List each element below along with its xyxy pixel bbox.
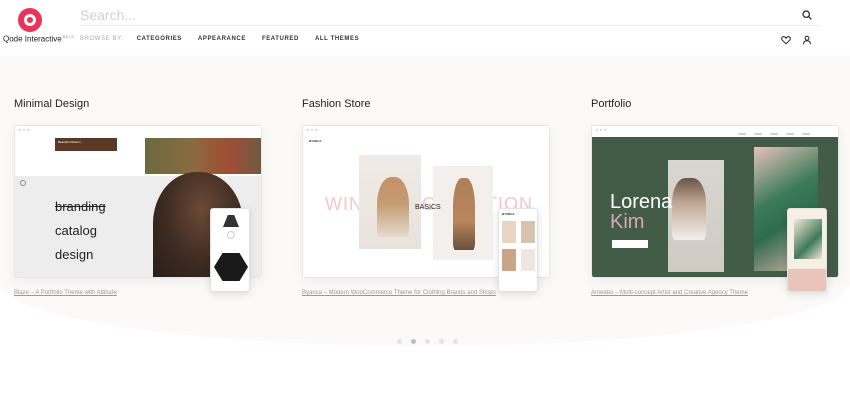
carousel-dot-3[interactable]	[425, 339, 430, 344]
card-title: Fashion Store	[302, 98, 371, 110]
window-dots	[307, 129, 317, 131]
theme-card-minimal-design[interactable]: Minimal Design Beautiful Modern branding…	[14, 98, 264, 296]
preview-nav	[738, 133, 810, 135]
mobile-preview	[787, 208, 827, 292]
brand-name[interactable]: Qode InteractiveBETA	[3, 34, 74, 44]
preview-heading: Beautiful Modern	[55, 138, 117, 151]
carousel-dot-2[interactable]	[411, 339, 416, 344]
preview-model-image-2	[433, 166, 493, 260]
theme-link-blaze[interactable]: Blaze – A Portfolio Theme with Attitude	[14, 290, 117, 296]
nav-all-themes[interactable]: ALL THEMES	[315, 36, 359, 42]
theme-link-byanca[interactable]: Byanca – Modern WooCommerce Theme for Cl…	[302, 290, 496, 296]
preview-basics-label: BASICS	[415, 204, 441, 211]
mobile-preview	[210, 208, 250, 292]
heart-icon[interactable]	[781, 35, 791, 45]
browse-by-label: BROWSE BY:	[80, 36, 124, 42]
mobile-preview: BYANCA	[498, 208, 538, 292]
search-icon[interactable]	[802, 10, 812, 20]
theme-card-portfolio[interactable]: Portfolio Lorena Kim Amedeo – Multi-conc…	[591, 98, 841, 296]
brand-label: Qode Interactive	[3, 34, 62, 44]
nav-appearance[interactable]: APPEARANCE	[198, 36, 246, 42]
carousel-dot-1[interactable]	[397, 339, 402, 344]
carousel-dot-5[interactable]	[453, 339, 458, 344]
theme-link-amedeo[interactable]: Amedeo – Multi-concept Artist and Creati…	[591, 290, 748, 296]
card-title: Portfolio	[591, 98, 632, 110]
site-header: Qode InteractiveBETA BROWSE BY: CATEGORI…	[0, 0, 850, 56]
preview-word: design	[55, 247, 94, 262]
preview-model-image	[359, 155, 421, 249]
search-input[interactable]	[80, 4, 820, 26]
preview-portrait-image	[668, 160, 724, 272]
user-icon[interactable]	[802, 35, 812, 45]
card-title: Minimal Design	[14, 98, 90, 110]
browse-nav: BROWSE BY: CATEGORIES APPEARANCE FEATURE…	[80, 36, 375, 42]
nav-categories[interactable]: CATEGORIES	[137, 36, 182, 42]
preview-circle-icon	[20, 180, 26, 186]
beta-badge: BETA	[62, 34, 75, 39]
qode-logo-icon[interactable]	[18, 8, 42, 32]
window-dots	[596, 129, 606, 131]
theme-card-fashion-store[interactable]: Fashion Store BYANCA WINTER COLLECTION B…	[302, 98, 552, 296]
preview-logo: BYANCA	[309, 139, 322, 143]
preview-word: catalog	[55, 223, 97, 238]
preview-word: branding	[55, 199, 106, 214]
preview-cta-button	[612, 240, 648, 248]
nav-featured[interactable]: FEATURED	[262, 36, 299, 42]
preview-landscape-image	[145, 138, 261, 174]
carousel-pagination	[397, 339, 458, 344]
window-dots	[19, 129, 29, 131]
preview-last-name: Kim	[610, 211, 645, 233]
carousel-dot-4[interactable]	[439, 339, 444, 344]
preview-first-name: Lorena	[610, 191, 673, 213]
